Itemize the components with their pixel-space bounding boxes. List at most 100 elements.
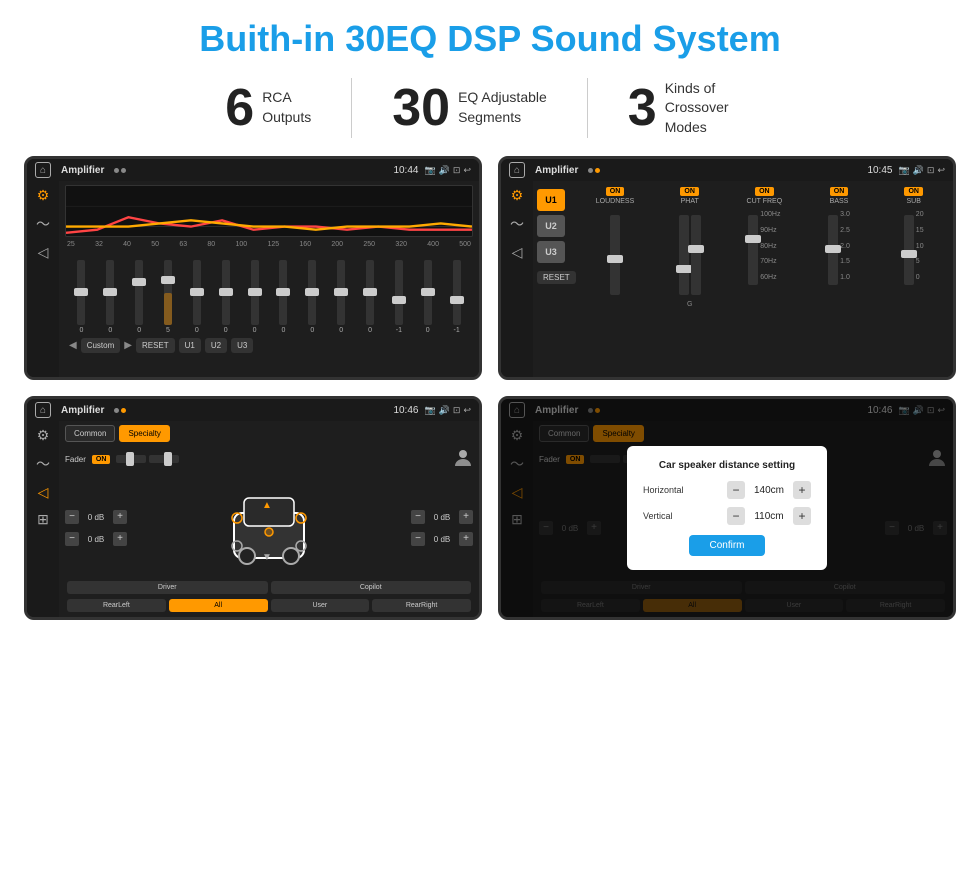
fader-track-v[interactable]	[149, 455, 179, 463]
rr-plus[interactable]: +	[459, 532, 473, 546]
phat-th2[interactable]	[688, 245, 704, 253]
dialog-v-plus[interactable]: +	[793, 507, 811, 525]
slider-track-5[interactable]	[193, 260, 201, 325]
slider-track-12[interactable]	[395, 260, 403, 325]
fader-thumb-h[interactable]	[126, 452, 134, 466]
slider-track-4[interactable]	[164, 260, 172, 325]
slider-thumb-9[interactable]	[305, 288, 319, 296]
u3-cx[interactable]: U3	[537, 241, 565, 263]
home-icon-eq[interactable]	[35, 162, 51, 178]
phat-sl2[interactable]	[691, 215, 701, 295]
u1-btn-eq[interactable]: U1	[179, 338, 201, 353]
back-sp[interactable]: ↩	[463, 405, 471, 416]
sp-vol-icon[interactable]: ◁	[38, 484, 49, 501]
cutfreq-sl1[interactable]	[748, 215, 758, 285]
fr-minus[interactable]: −	[411, 510, 425, 524]
cx-vol-icon[interactable]: ◁	[512, 244, 523, 261]
confirm-button[interactable]: Confirm	[689, 535, 764, 556]
vol-icon[interactable]: ◁	[38, 244, 49, 261]
phat-sl1[interactable]	[679, 215, 689, 295]
user-btn[interactable]: User	[271, 599, 370, 612]
cx-main: U1 U2 U3 RESET ON LOUDNESS	[533, 181, 953, 377]
custom-btn[interactable]: Custom	[81, 338, 121, 353]
fader-thumb-v[interactable]	[164, 452, 172, 466]
home-icon-sp[interactable]	[35, 402, 51, 418]
u2-btn-eq[interactable]: U2	[205, 338, 227, 353]
rl-plus[interactable]: +	[113, 532, 127, 546]
sp-wave-icon[interactable]: 〜	[36, 454, 50, 474]
slider-thumb-6[interactable]	[219, 288, 233, 296]
rr-minus[interactable]: −	[411, 532, 425, 546]
dialog-h-plus[interactable]: +	[793, 481, 811, 499]
slider-track-7[interactable]	[251, 260, 259, 325]
home-icon-cx[interactable]	[509, 162, 525, 178]
u1-cx[interactable]: U1	[537, 189, 565, 211]
cutfreq-th1[interactable]	[745, 235, 761, 243]
slider-track-8[interactable]	[279, 260, 287, 325]
u3-btn-eq[interactable]: U3	[231, 338, 253, 353]
slider-track-1[interactable]	[77, 260, 85, 325]
fader-label: Fader	[65, 455, 86, 464]
slider-thumb-12[interactable]	[392, 296, 406, 304]
bass-sl1[interactable]	[828, 215, 838, 285]
slider-track-14[interactable]	[453, 260, 461, 325]
slider-thumb-13[interactable]	[421, 288, 435, 296]
loudness-sl1[interactable]	[610, 215, 620, 295]
fr-plus[interactable]: +	[459, 510, 473, 524]
sub-th1[interactable]	[901, 250, 917, 258]
sp-eq-icon[interactable]: ⚙	[37, 427, 50, 444]
slider-track-6[interactable]	[222, 260, 230, 325]
slider-track-10[interactable]	[337, 260, 345, 325]
fl-minus[interactable]: −	[65, 510, 79, 524]
driver-btn[interactable]: Driver	[67, 581, 268, 594]
slider-thumb-3[interactable]	[132, 278, 146, 286]
cx-wave-icon[interactable]: 〜	[510, 214, 524, 234]
rl-minus[interactable]: −	[65, 532, 79, 546]
slider-thumb-4[interactable]	[161, 276, 175, 284]
sub-sl1[interactable]	[904, 215, 914, 285]
rearright-btn[interactable]: RearRight	[372, 599, 471, 612]
all-btn[interactable]: All	[169, 599, 268, 612]
slider-track-13[interactable]	[424, 260, 432, 325]
reset-cx[interactable]: RESET	[537, 271, 576, 284]
slider-thumb-14[interactable]	[450, 296, 464, 304]
loudness-th1[interactable]	[607, 255, 623, 263]
cx-eq-icon[interactable]: ⚙	[511, 187, 524, 204]
slider-thumb-8[interactable]	[276, 288, 290, 296]
slider-thumb-7[interactable]	[248, 288, 262, 296]
copilot-btn[interactable]: Copilot	[271, 581, 472, 594]
bass-th1[interactable]	[825, 245, 841, 253]
fader-track-h[interactable]	[116, 455, 146, 463]
dialog-v-minus[interactable]: −	[727, 507, 745, 525]
cutfreq-on: ON	[755, 187, 774, 196]
u2-cx[interactable]: U2	[537, 215, 565, 237]
reset-btn-eq[interactable]: RESET	[136, 338, 175, 353]
specialty-tab[interactable]: Specialty	[119, 425, 169, 442]
slider-thumb-2[interactable]	[103, 288, 117, 296]
slider-track-2[interactable]	[106, 260, 114, 325]
next-icon[interactable]: ▶	[124, 340, 132, 351]
dialog-h-minus[interactable]: −	[727, 481, 745, 499]
slider-thumb-1[interactable]	[74, 288, 88, 296]
back-cx[interactable]: ↩	[937, 165, 945, 176]
slider-thumb-10[interactable]	[334, 288, 348, 296]
common-tab[interactable]: Common	[65, 425, 115, 442]
bass-3: 3.0	[840, 211, 850, 218]
screen-title-sp: Amplifier	[61, 405, 104, 416]
slider-thumb-5[interactable]	[190, 288, 204, 296]
slider-val-5: 0	[195, 327, 199, 334]
sp-arr-icon[interactable]: ⊞	[37, 511, 49, 528]
fl-plus[interactable]: +	[113, 510, 127, 524]
back-icon-eq[interactable]: ↩	[463, 165, 471, 176]
slider-track-9[interactable]	[308, 260, 316, 325]
slider-thumb-11[interactable]	[363, 288, 377, 296]
rearleft-btn[interactable]: RearLeft	[67, 599, 166, 612]
car-svg: ▲ ▼	[219, 478, 319, 578]
stat-label-rca: RCAOutputs	[262, 88, 311, 127]
prev-icon[interactable]: ◀	[69, 340, 77, 351]
phat-th1[interactable]	[676, 265, 692, 273]
slider-track-11[interactable]	[366, 260, 374, 325]
eq-icon[interactable]: ⚙	[37, 187, 50, 204]
slider-track-3[interactable]	[135, 260, 143, 325]
wave-icon[interactable]: 〜	[36, 214, 50, 234]
